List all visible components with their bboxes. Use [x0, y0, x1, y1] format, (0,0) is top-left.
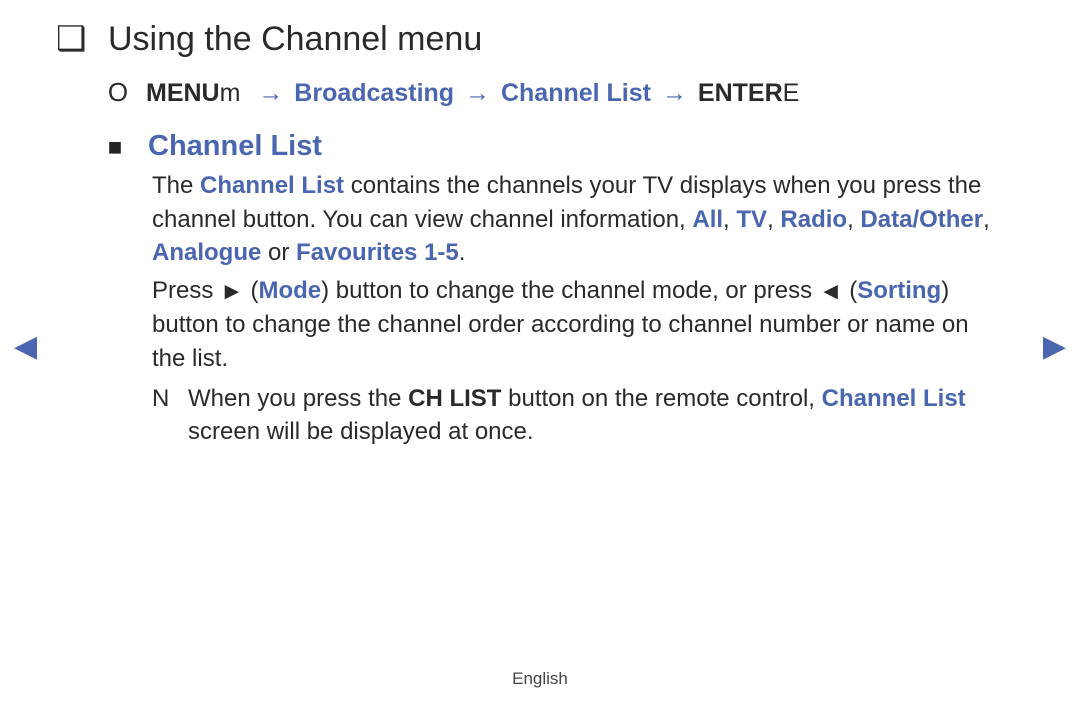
- breadcrumb: O MENUm → Broadcasting → Channel List → …: [104, 77, 1020, 108]
- term-favourites: Favourites 1-5: [296, 239, 459, 266]
- breadcrumb-broadcasting: Broadcasting: [294, 79, 454, 107]
- text: ,: [847, 206, 860, 233]
- enter-button-label: ENTER: [698, 79, 783, 107]
- term-analogue: Analogue: [152, 239, 261, 266]
- next-page-button[interactable]: ▶: [1043, 332, 1066, 362]
- enter-suffix: E: [783, 79, 800, 107]
- term-tv: TV: [736, 206, 767, 233]
- text: or: [261, 239, 296, 266]
- language-label: English: [0, 669, 1080, 689]
- term-ch-list: CH LIST: [408, 385, 501, 412]
- section-header: ■ Channel List: [104, 130, 1020, 163]
- triangle-right-icon: ►: [220, 275, 244, 309]
- body-paragraphs: The Channel List contains the channels y…: [152, 169, 996, 376]
- term-all: All: [692, 206, 723, 233]
- note-text: When you press the CH LIST button on the…: [188, 382, 996, 449]
- text: (: [244, 277, 259, 304]
- text: When you press the: [188, 385, 408, 412]
- term-channel-list: Channel List: [822, 385, 966, 412]
- paragraph-1: The Channel List contains the channels y…: [152, 169, 996, 270]
- page-content: ❑ Using the Channel menu O MENUm → Broad…: [0, 0, 1080, 449]
- note: N When you press the CH LIST button on t…: [152, 382, 996, 449]
- paragraph-2: Press ► (Mode) button to change the chan…: [152, 274, 996, 376]
- text: ) button to change the channel mode, or …: [321, 277, 819, 304]
- triangle-left-icon: ◄: [819, 275, 843, 309]
- term-sorting: Sorting: [857, 277, 941, 304]
- text: ,: [983, 206, 990, 233]
- term-mode: Mode: [258, 277, 321, 304]
- arrow-right-icon: →: [254, 79, 287, 107]
- text: ,: [723, 206, 736, 233]
- prev-page-button[interactable]: ◀: [14, 332, 37, 362]
- breadcrumb-channel-list: Channel List: [501, 79, 651, 107]
- text: button on the remote control,: [501, 385, 821, 412]
- text: The: [152, 172, 200, 199]
- page-title: Using the Channel menu: [108, 20, 482, 59]
- term-radio: Radio: [780, 206, 847, 233]
- section-title: Channel List: [148, 130, 322, 163]
- term-data-other: Data/Other: [860, 206, 983, 233]
- text: .: [459, 239, 466, 266]
- text: (: [843, 277, 858, 304]
- box-icon: ❑: [56, 22, 86, 56]
- page-title-row: ❑ Using the Channel menu: [56, 20, 1020, 59]
- text: ,: [767, 206, 780, 233]
- menu-button-label: MENU: [146, 79, 220, 107]
- term-channel-list: Channel List: [200, 172, 344, 199]
- circle-icon: O: [104, 77, 132, 108]
- menu-suffix: m: [220, 79, 241, 107]
- text: Press: [152, 277, 220, 304]
- arrow-right-icon: →: [461, 79, 494, 107]
- breadcrumb-text: MENUm → Broadcasting → Channel List → EN…: [146, 79, 799, 108]
- arrow-right-icon: →: [658, 79, 691, 107]
- note-icon: N: [152, 382, 170, 416]
- square-icon: ■: [104, 134, 126, 162]
- text: screen will be displayed at once.: [188, 418, 534, 445]
